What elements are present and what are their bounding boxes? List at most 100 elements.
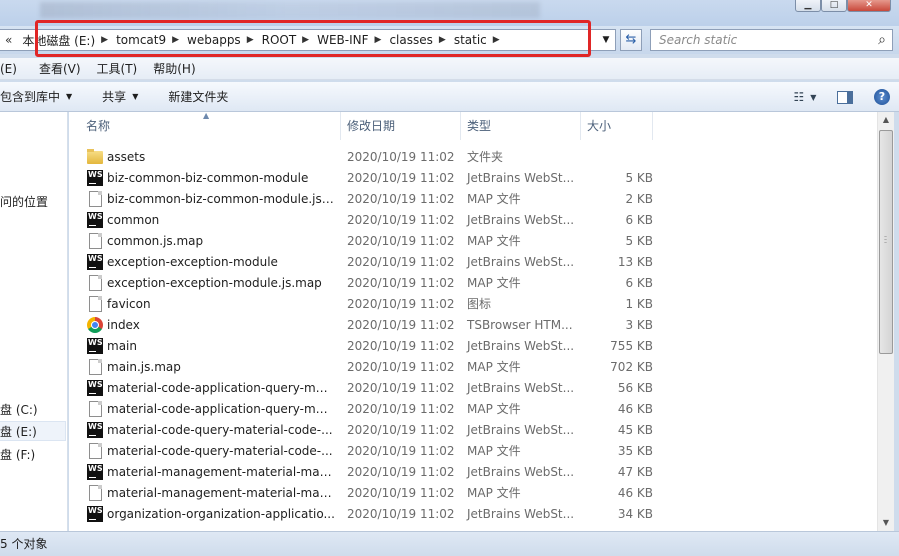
- scroll-down-icon[interactable]: ▼: [878, 515, 894, 531]
- table-row[interactable]: WS organization-organization-applicatio..…: [69, 503, 877, 524]
- menu-help[interactable]: 帮助(H): [145, 60, 203, 77]
- nav-item-drive-f[interactable]: 盘 (F:): [0, 445, 66, 465]
- file-name-cell: exception-exception-module.js.map: [69, 274, 341, 291]
- maximize-button[interactable]: □: [821, 0, 847, 12]
- chevron-right-icon[interactable]: ▶: [375, 35, 384, 45]
- document-icon: [89, 295, 102, 312]
- help-button[interactable]: ?: [865, 86, 899, 108]
- table-row[interactable]: main.js.map 2020/10/19 11:02 MAP 文件 702 KB: [69, 356, 877, 377]
- nav-item-drive-c[interactable]: 盘 (C:): [0, 400, 66, 420]
- window-controls: ▁ □ ✕: [795, 0, 891, 12]
- help-icon: ?: [874, 89, 890, 105]
- file-date: 2020/10/19 11:02: [347, 359, 455, 374]
- file-type: MAP 文件: [467, 486, 521, 500]
- breadcrumb-item[interactable]: static: [448, 33, 493, 47]
- file-size: 35 KB: [617, 443, 653, 458]
- address-row: « 本地磁盘 (E:) ▶ tomcat9 ▶ webapps ▶ ROOT ▶ WEB-INF…: [0, 26, 899, 54]
- include-in-library-label: 包含到库中: [0, 90, 61, 104]
- file-date: 2020/10/19 11:02: [347, 233, 455, 248]
- table-row[interactable]: favicon 2020/10/19 11:02 图标 1 KB: [69, 293, 877, 314]
- close-button[interactable]: ✕: [847, 0, 891, 12]
- table-row[interactable]: WS material-management-material-mana... 20…: [69, 461, 877, 482]
- status-bar: 5 个对象: [0, 531, 899, 556]
- table-row[interactable]: exception-exception-module.js.map 2020/10…: [69, 272, 877, 293]
- chevron-right-icon[interactable]: ▶: [493, 35, 502, 45]
- document-icon: [89, 232, 102, 249]
- file-name: favicon: [107, 296, 151, 311]
- file-date: 2020/10/19 11:02: [347, 191, 455, 206]
- chevron-right-icon[interactable]: ▶: [302, 35, 311, 45]
- file-date: 2020/10/19 11:02: [347, 485, 455, 500]
- file-size: 2 KB: [625, 191, 653, 206]
- minimize-button[interactable]: ▁: [795, 0, 821, 12]
- address-bar[interactable]: « 本地磁盘 (E:) ▶ tomcat9 ▶ webapps ▶ ROOT ▶ WEB-INF…: [0, 29, 616, 51]
- table-row[interactable]: material-management-material-mana... 2020…: [69, 482, 877, 503]
- breadcrumb-item[interactable]: tomcat9: [110, 33, 172, 47]
- file-size: 13 KB: [617, 254, 653, 269]
- breadcrumb-item[interactable]: WEB-INF: [311, 33, 374, 47]
- column-name-label: 名称: [86, 119, 111, 133]
- breadcrumb-overflow-icon[interactable]: «: [0, 33, 16, 47]
- menu-view[interactable]: 查看(V): [25, 60, 89, 77]
- breadcrumb-item[interactable]: 本地磁盘 (E:): [16, 32, 101, 49]
- breadcrumb-item[interactable]: webapps: [181, 33, 247, 47]
- vertical-scrollbar[interactable]: ▲ – – – ▼: [877, 112, 894, 531]
- chevron-right-icon[interactable]: ▶: [101, 35, 110, 45]
- table-row[interactable]: WS biz-common-biz-common-module 2020/10/19…: [69, 167, 877, 188]
- include-in-library-button[interactable]: 包含到库中 ▼: [0, 82, 84, 111]
- table-row[interactable]: WS material-code-application-query-mat...…: [69, 377, 877, 398]
- nav-item-recent-places[interactable]: 问的位置: [0, 192, 66, 212]
- grip-icon: – – –: [884, 233, 887, 246]
- table-row[interactable]: index 2020/10/19 11:02 TSBrowser HTM... 3 K…: [69, 314, 877, 335]
- new-folder-button[interactable]: 新建文件夹: [150, 82, 240, 111]
- table-row[interactable]: WS main 2020/10/19 11:02 JetBrains WebSt...…: [69, 335, 877, 356]
- file-name: material-management-material-mana...: [107, 485, 335, 500]
- refresh-button[interactable]: ⇆: [620, 29, 642, 51]
- nav-item-drive-e[interactable]: 盘 (E:): [0, 421, 66, 441]
- menu-tools[interactable]: 工具(T): [89, 60, 146, 77]
- scroll-up-icon[interactable]: ▲: [878, 112, 894, 128]
- preview-pane-icon: [837, 90, 853, 104]
- breadcrumb-item[interactable]: ROOT: [256, 33, 303, 47]
- column-header-name[interactable]: 名称 ▲: [69, 112, 341, 140]
- share-button[interactable]: 共享 ▼: [84, 82, 150, 111]
- table-row[interactable]: material-code-application-query-mat... 20…: [69, 398, 877, 419]
- webstorm-file-icon: WS: [87, 211, 103, 228]
- chevron-right-icon[interactable]: ▶: [439, 35, 448, 45]
- column-header-date[interactable]: 修改日期: [341, 112, 461, 140]
- scrollbar-thumb[interactable]: – – –: [879, 130, 893, 354]
- table-row[interactable]: material-code-query-material-code-... 202…: [69, 440, 877, 461]
- file-size: 1 KB: [625, 296, 653, 311]
- file-size: 46 KB: [617, 401, 653, 416]
- sort-ascending-icon: ▲: [203, 112, 210, 120]
- table-row[interactable]: WS common 2020/10/19 11:02 JetBrains WebSt.…: [69, 209, 877, 230]
- view-options-button[interactable]: ☷ ▼: [785, 86, 825, 108]
- file-size: 702 KB: [610, 359, 653, 374]
- address-dropdown-icon[interactable]: ▼: [597, 30, 615, 50]
- file-name-cell: WS material-code-query-material-code-...: [69, 421, 341, 438]
- file-name: material-code-query-material-code-...: [107, 422, 333, 437]
- menu-edit[interactable]: (E): [0, 62, 25, 76]
- file-type: MAP 文件: [467, 444, 521, 458]
- chevron-right-icon[interactable]: ▶: [247, 35, 256, 45]
- search-icon[interactable]: ⌕: [878, 32, 886, 48]
- table-row[interactable]: biz-common-biz-common-module.js.... 2020/…: [69, 188, 877, 209]
- column-header-size[interactable]: 大小: [581, 112, 653, 140]
- file-name-cell: WS common: [69, 211, 341, 228]
- chevron-down-icon: ▼: [810, 92, 817, 102]
- table-row[interactable]: assets 2020/10/19 11:02 文件夹: [69, 146, 877, 167]
- search-box[interactable]: Search static ⌕: [650, 29, 893, 51]
- file-date: 2020/10/19 11:02: [347, 170, 455, 185]
- document-icon: [89, 484, 102, 501]
- file-date: 2020/10/19 11:02: [347, 149, 455, 164]
- column-header-type[interactable]: 类型: [461, 112, 581, 140]
- table-row[interactable]: WS exception-exception-module 2020/10/19 1…: [69, 251, 877, 272]
- breadcrumb-item[interactable]: classes: [383, 33, 438, 47]
- table-row[interactable]: common.js.map 2020/10/19 11:02 MAP 文件 5 KB: [69, 230, 877, 251]
- menu-bar: (E) 查看(V) 工具(T) 帮助(H): [0, 58, 899, 80]
- preview-pane-button[interactable]: [825, 86, 865, 108]
- file-date: 2020/10/19 11:02: [347, 212, 455, 227]
- table-row[interactable]: WS material-code-query-material-code-... 2…: [69, 419, 877, 440]
- search-input[interactable]: Search static: [659, 33, 737, 47]
- chevron-right-icon[interactable]: ▶: [172, 35, 181, 45]
